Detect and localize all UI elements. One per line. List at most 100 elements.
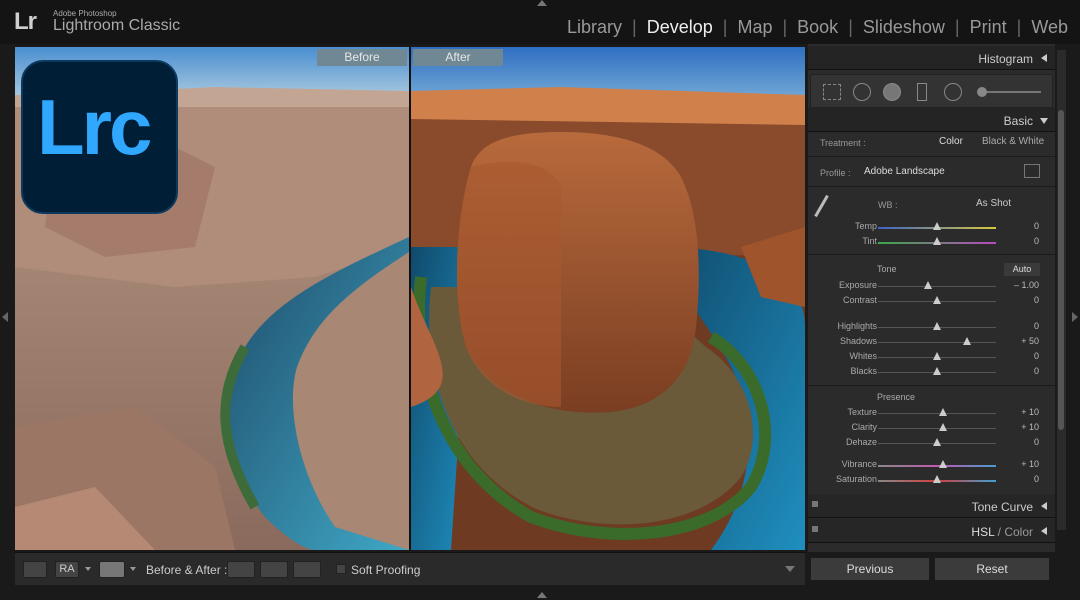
basic-collapse-icon[interactable]: [1040, 118, 1048, 124]
wb-eyedropper-icon[interactable]: [814, 194, 829, 218]
hsl-toggle[interactable]: [812, 526, 818, 532]
slider-value[interactable]: + 10: [1021, 422, 1039, 432]
slider-track[interactable]: [878, 413, 996, 414]
slider-texture[interactable]: Texture + 10: [808, 406, 1055, 421]
slider-dehaze[interactable]: Dehaze 0: [808, 436, 1055, 451]
slider-whites[interactable]: Whites 0: [808, 350, 1055, 365]
slider-value[interactable]: 0: [1034, 321, 1039, 331]
slider-value[interactable]: 0: [1034, 221, 1039, 231]
slider-value[interactable]: 0: [1034, 236, 1039, 246]
module-slideshow[interactable]: Slideshow: [861, 17, 947, 38]
slider-value[interactable]: 0: [1034, 474, 1039, 484]
slider-highlights[interactable]: Highlights 0: [808, 320, 1055, 335]
treatment-bw-option[interactable]: Black & White: [982, 136, 1044, 147]
tone-curve-collapse-icon[interactable]: [1041, 502, 1047, 510]
previous-button[interactable]: Previous: [810, 557, 930, 581]
panel-scrollbar-thumb[interactable]: [1058, 110, 1064, 430]
slider-track[interactable]: [878, 465, 996, 467]
module-print[interactable]: Print: [968, 17, 1009, 38]
module-map[interactable]: Map: [735, 17, 774, 38]
slider-value[interactable]: 0: [1034, 437, 1039, 447]
slider-thumb[interactable]: [933, 367, 941, 375]
module-separator: |: [632, 17, 637, 37]
slider-thumb[interactable]: [933, 438, 941, 446]
slider-thumb[interactable]: [933, 352, 941, 360]
profile-select[interactable]: Adobe Landscape: [864, 166, 945, 177]
slider-value[interactable]: + 10: [1021, 459, 1039, 469]
slider-value[interactable]: + 10: [1021, 407, 1039, 417]
slider-thumb[interactable]: [938, 408, 947, 416]
wb-select[interactable]: As Shot: [976, 198, 1011, 209]
slider-track[interactable]: [878, 428, 996, 429]
slider-thumb[interactable]: [938, 460, 947, 468]
slider-shadows[interactable]: Shadows + 50: [808, 335, 1055, 350]
collapse-right-arrow-icon[interactable]: [1072, 312, 1078, 322]
viewer-toolbar: RA Before & After : Soft Proofing: [15, 552, 805, 585]
collapse-left-arrow-icon[interactable]: [2, 312, 8, 322]
histogram-header[interactable]: Histogram: [808, 46, 1055, 70]
compare-view-icon[interactable]: RA: [55, 561, 79, 578]
reset-button[interactable]: Reset: [934, 557, 1050, 581]
slider-clarity[interactable]: Clarity + 10: [808, 421, 1055, 436]
radial-filter-icon[interactable]: [944, 83, 962, 101]
slider-vibrance[interactable]: Vibrance + 10: [808, 458, 1055, 473]
copy-before-to-after-icon[interactable]: [227, 561, 255, 578]
slider-value[interactable]: – 1.00: [1014, 280, 1039, 290]
slider-temp[interactable]: Temp 0: [808, 220, 1055, 235]
slider-label: Saturation: [835, 474, 877, 484]
split-divider[interactable]: [409, 47, 411, 550]
tone-curve-toggle[interactable]: [812, 501, 818, 507]
slider-value[interactable]: 0: [1034, 366, 1039, 376]
basic-header[interactable]: Basic: [808, 108, 1055, 132]
red-eye-icon[interactable]: [883, 83, 901, 101]
slider-contrast[interactable]: Contrast 0: [808, 294, 1055, 309]
before-after-view-icon[interactable]: [99, 561, 125, 578]
soft-proofing-checkbox[interactable]: [336, 564, 346, 574]
adjustment-brush-icon[interactable]: [977, 87, 987, 97]
histogram-collapse-icon[interactable]: [1041, 54, 1047, 62]
profile-browser-icon[interactable]: [1024, 164, 1040, 178]
slider-blacks[interactable]: Blacks 0: [808, 365, 1055, 380]
tone-curve-header[interactable]: Tone Curve: [808, 494, 1055, 518]
hsl-collapse-icon[interactable]: [1041, 527, 1047, 535]
slider-label: Contrast: [842, 295, 877, 305]
spot-removal-icon[interactable]: [853, 83, 871, 101]
view-dropdown-icon[interactable]: [85, 567, 91, 571]
module-web[interactable]: Web: [1029, 17, 1070, 38]
module-book[interactable]: Book: [795, 17, 840, 38]
slider-exposure[interactable]: Exposure – 1.00: [808, 279, 1055, 294]
slider-label: Tint: [862, 236, 877, 246]
slider-thumb[interactable]: [933, 296, 941, 304]
slider-label: Shadows: [839, 336, 877, 346]
slider-tint[interactable]: Tint 0: [808, 235, 1055, 250]
slider-track[interactable]: [878, 286, 996, 287]
slider-thumb[interactable]: [938, 423, 947, 431]
toolbar-menu-icon[interactable]: [785, 566, 795, 572]
slider-thumb[interactable]: [933, 222, 941, 230]
graduated-filter-icon[interactable]: [917, 83, 927, 101]
swap-before-after-icon[interactable]: [293, 561, 321, 578]
crop-tool-icon[interactable]: [823, 84, 841, 100]
slider-thumb[interactable]: [933, 475, 941, 483]
module-develop[interactable]: Develop: [645, 17, 715, 38]
slider-thumb[interactable]: [933, 237, 941, 245]
slider-thumb[interactable]: [933, 322, 941, 330]
slider-value[interactable]: + 50: [1021, 336, 1039, 346]
collapse-top-arrow-icon[interactable]: [537, 0, 547, 6]
brush-slider[interactable]: [979, 91, 1041, 93]
slider-value[interactable]: 0: [1034, 351, 1039, 361]
hsl-header[interactable]: HSL / Color: [808, 519, 1055, 543]
slider-label: Vibrance: [841, 459, 877, 469]
before-after-dropdown-icon[interactable]: [130, 567, 136, 571]
slider-saturation[interactable]: Saturation 0: [808, 473, 1055, 488]
auto-tone-button[interactable]: Auto: [1004, 263, 1040, 276]
copy-after-to-before-icon[interactable]: [260, 561, 288, 578]
treatment-color-option[interactable]: Color: [939, 136, 963, 147]
slider-value[interactable]: 0: [1034, 295, 1039, 305]
module-library[interactable]: Library: [565, 17, 624, 38]
loupe-view-icon[interactable]: [23, 561, 47, 578]
slider-thumb[interactable]: [923, 281, 932, 289]
slider-track[interactable]: [878, 342, 996, 343]
slider-thumb[interactable]: [962, 337, 971, 345]
collapse-bottom-arrow-icon[interactable]: [537, 592, 547, 598]
